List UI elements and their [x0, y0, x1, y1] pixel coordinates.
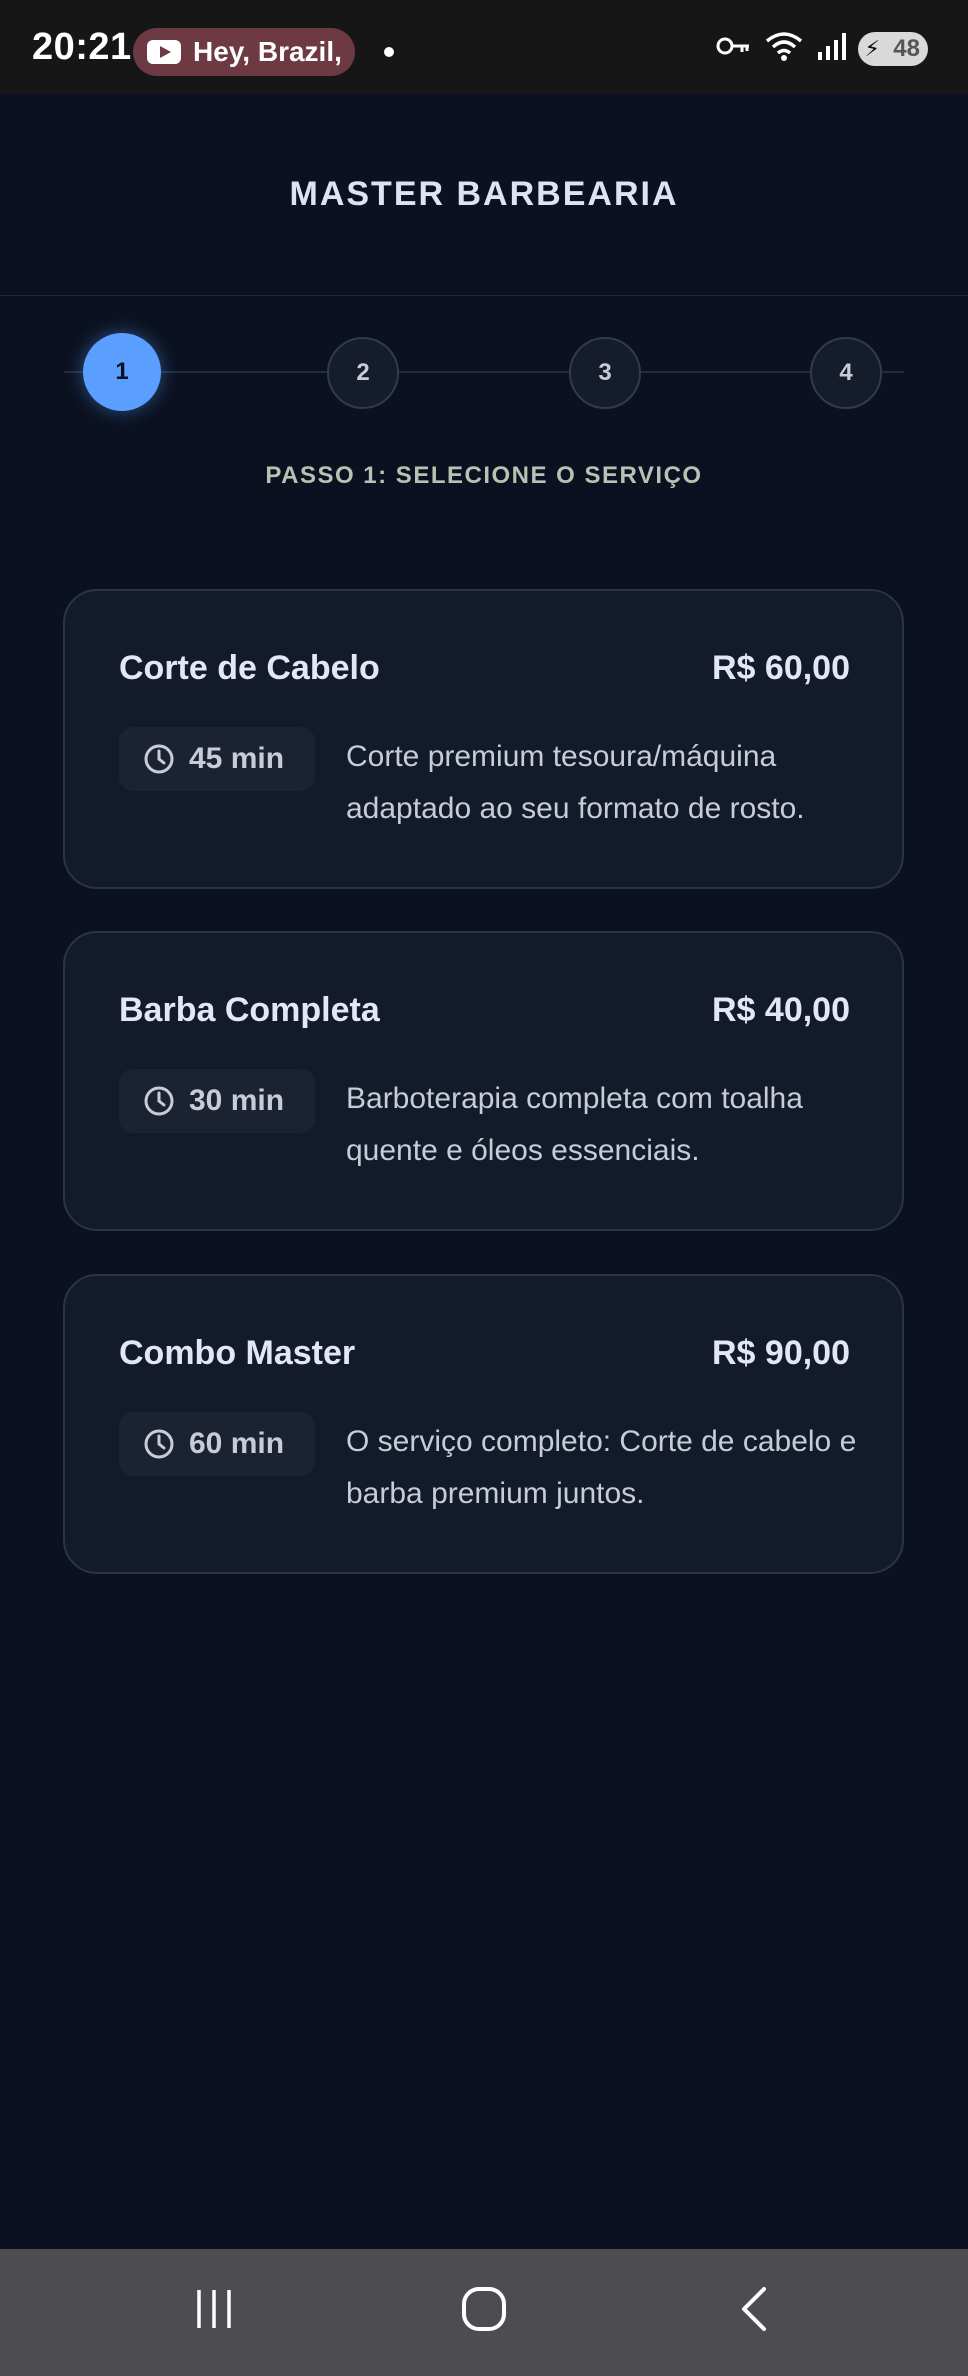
duration-badge: 45 min: [119, 727, 315, 791]
step-3[interactable]: 3: [569, 337, 641, 409]
service-name: Combo Master: [119, 1334, 356, 1372]
recent-apps-icon: [192, 2287, 236, 2336]
status-icons: ⚡ 48: [716, 30, 928, 67]
stepper-line: [64, 371, 904, 373]
service-description: Corte premium tesoura/máquina adaptado a…: [346, 740, 805, 825]
service-card-corte[interactable]: Corte de Cabelo R$ 60,00 45 min Corte pr…: [63, 589, 904, 889]
notification-dot: [384, 47, 394, 57]
booking-stepper: 1 2 3 4: [64, 333, 904, 411]
media-title: Hey, Brazil,: [193, 36, 342, 67]
service-price: R$ 60,00: [712, 649, 850, 687]
app-header: MASTER BARBEARIA: [0, 94, 968, 296]
service-card-barba[interactable]: Barba Completa R$ 40,00 30 min Barbotera…: [63, 931, 904, 1231]
duration-badge: 30 min: [119, 1069, 315, 1133]
youtube-icon: [147, 40, 181, 64]
status-time: 20:21: [32, 26, 132, 68]
service-price: R$ 40,00: [712, 991, 850, 1029]
clock-icon: [143, 1428, 175, 1460]
service-description: O serviço completo: Corte de cabelo e ba…: [346, 1425, 857, 1510]
service-name: Corte de Cabelo: [119, 649, 380, 687]
step-label: PASSO 1: SELECIONE O SERVIÇO: [265, 462, 703, 489]
service-card-combo[interactable]: Combo Master R$ 90,00 60 min O serviço c…: [63, 1274, 904, 1574]
app-screen: 20:21 Hey, Brazil, ⚡ 48 MASTER BARBEARIA: [0, 0, 968, 2376]
wifi-icon: [764, 30, 804, 67]
page-title: MASTER BARBEARIA: [289, 175, 679, 213]
key-icon: [716, 34, 752, 63]
duration-text: 45 min: [189, 742, 285, 775]
status-bar: 20:21 Hey, Brazil, ⚡ 48: [0, 0, 968, 94]
battery-level: 48: [893, 34, 920, 62]
media-notification-pill[interactable]: Hey, Brazil,: [133, 28, 355, 76]
charging-bolt-icon: ⚡: [864, 35, 880, 61]
system-nav-bar: [0, 2249, 968, 2376]
duration-badge: 60 min: [119, 1412, 315, 1476]
step-1[interactable]: 1: [83, 333, 161, 411]
step-4[interactable]: 4: [810, 337, 882, 409]
home-icon: [461, 2286, 507, 2337]
service-name: Barba Completa: [119, 991, 380, 1029]
step-2[interactable]: 2: [327, 337, 399, 409]
clock-icon: [143, 743, 175, 775]
signal-icon: [816, 31, 846, 66]
home-button[interactable]: [449, 2281, 519, 2341]
service-description: Barboterapia completa com toalha quente …: [346, 1082, 803, 1167]
recent-apps-button[interactable]: [179, 2281, 249, 2341]
service-price: R$ 90,00: [712, 1334, 850, 1372]
back-icon: [736, 2285, 772, 2338]
clock-icon: [143, 1085, 175, 1117]
battery-icon: ⚡ 48: [858, 31, 928, 66]
duration-text: 60 min: [189, 1427, 285, 1460]
duration-text: 30 min: [189, 1084, 285, 1117]
back-button[interactable]: [719, 2281, 789, 2341]
